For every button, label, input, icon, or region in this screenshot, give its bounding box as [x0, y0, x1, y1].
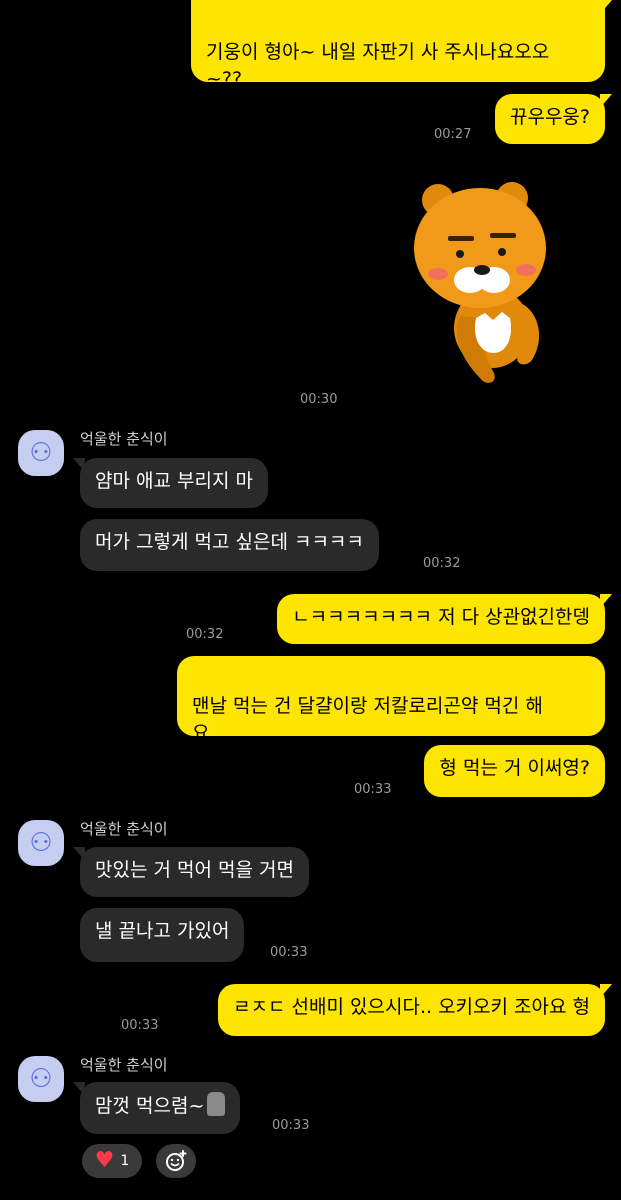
avatar-icon: ⚇ [29, 1064, 53, 1094]
avatar[interactable]: ⚇ [18, 820, 64, 866]
avatar-icon: ⚇ [29, 438, 53, 468]
message-text: 맘껏 먹으렴~ [95, 1095, 205, 1117]
message-time: 00:33 [270, 945, 308, 960]
message-text: ㄹㅈㄷ 선배미 있으시다.. 오키오키 조아요 형 [233, 996, 590, 1018]
sender-name: 억울한 춘식이 [80, 820, 168, 838]
my-message-bubble[interactable]: ㄹㅈㄷ 선배미 있으시다.. 오키오키 조아요 형 [218, 984, 612, 1036]
my-message-bubble[interactable]: 형 먹는 거 이써영? [424, 745, 605, 797]
message-text: 기웅이 형아~ 내일 자판기 사 주시나요오오 ~?? [206, 41, 550, 90]
message-time: 00:30 [300, 392, 338, 407]
message-time: 00:32 [186, 627, 224, 642]
message-text: 뀨우우웅? [509, 106, 590, 128]
ryan-sticker-image [414, 182, 546, 383]
my-message-bubble[interactable]: 맨날 먹는 건 달걀이랑 저칼로리곤약 먹긴 해 요 [177, 656, 605, 744]
message-time: 00:33 [272, 1118, 310, 1133]
message-time: 00:33 [121, 1018, 159, 1033]
reaction-count: 1 [120, 1153, 130, 1169]
message-text: 낼 끝나고 가있어 [95, 920, 230, 942]
sender-name: 억울한 춘식이 [80, 430, 168, 448]
their-message-bubble[interactable]: 맘껏 먹으렴~ [72, 1082, 241, 1134]
their-message-bubble[interactable]: 얌마 애교 부리지 마 [73, 458, 268, 508]
their-message-bubble[interactable]: 머가 그렇게 먹고 싶은데 ㅋㅋㅋㅋ [80, 519, 379, 571]
message-time: 00:32 [423, 556, 461, 571]
avatar-icon: ⚇ [29, 828, 53, 858]
heart-icon: ♥ [94, 1148, 115, 1173]
heart-reaction-button[interactable]: ♥ 1 [82, 1144, 142, 1178]
my-message-bubble[interactable]: ㄴㅋㅋㅋㅋㅋㅋㅋ 저 다 상관없긴한뎅 [277, 594, 612, 644]
message-text: ㄴㅋㅋㅋㅋㅋㅋㅋ 저 다 상관없긴한뎅 [292, 606, 590, 628]
their-message-bubble[interactable]: 맛있는 거 먹어 먹을 거면 [73, 847, 309, 897]
message-text: 얌마 애교 부리지 마 [95, 470, 253, 492]
their-message-bubble[interactable]: 낼 끝나고 가있어 [80, 908, 245, 962]
sender-name: 억울한 춘식이 [80, 1056, 168, 1074]
message-text: 형 먹는 거 이써영? [439, 757, 590, 779]
my-message-bubble[interactable]: 기웅이 형아~ 내일 자판기 사 주시나요오오 ~?? [191, 0, 612, 90]
message-text: 맛있는 거 먹어 먹을 거면 [95, 859, 294, 881]
avatar[interactable]: ⚇ [18, 430, 64, 476]
add-reaction-icon [166, 1150, 187, 1171]
message-text: 머가 그렇게 먹고 싶은데 ㅋㅋㅋㅋ [95, 531, 364, 553]
message-time: 00:27 [434, 127, 472, 142]
message-time: 00:33 [354, 782, 392, 797]
ryan-sticker[interactable] [410, 178, 560, 393]
add-reaction-button[interactable] [156, 1144, 196, 1178]
avatar[interactable]: ⚇ [18, 1056, 64, 1102]
my-message-bubble[interactable]: 뀨우우웅? [494, 94, 613, 144]
moai-emoji-icon [207, 1092, 226, 1116]
message-text: 맨날 먹는 건 달걀이랑 저칼로리곤약 먹긴 해 요 [192, 695, 543, 744]
